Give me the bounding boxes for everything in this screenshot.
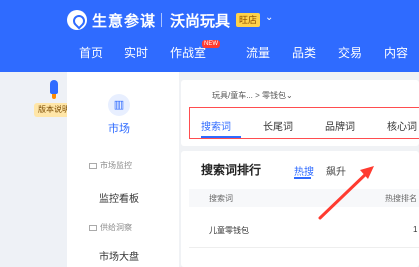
- ranking-title: 搜索词排行: [201, 163, 262, 177]
- nav-item-category[interactable]: 品类: [292, 44, 316, 61]
- shop-name[interactable]: 沃尚玩具: [170, 10, 230, 31]
- sidebar-item-monitor-board[interactable]: 监控看板: [99, 190, 139, 205]
- rocket-icon[interactable]: [48, 80, 60, 100]
- cell-rank: 1: [413, 225, 418, 234]
- nav-item-content[interactable]: 内容: [384, 44, 408, 61]
- supply-icon: [89, 224, 97, 231]
- nav-item-trade[interactable]: 交易: [338, 44, 362, 61]
- chevron-down-icon[interactable]: ⌄: [265, 12, 273, 23]
- logo-icon: [67, 10, 87, 30]
- tab-brand-words[interactable]: 品牌词: [325, 118, 355, 133]
- keyword-tabs: 搜索词 长尾词 品牌词 核心词: [189, 107, 419, 139]
- rocket-flame: [52, 94, 56, 99]
- sidebar: ▥ 市场 市场监控 监控看板 供给洞察 市场大盘: [67, 72, 179, 267]
- table-row[interactable]: 儿童零钱包 1: [189, 214, 419, 248]
- shop-level-badge: 旺店: [236, 13, 261, 27]
- brand-title[interactable]: 生意参谋: [92, 10, 156, 31]
- sidebar-group-label: 市场监控: [100, 161, 132, 170]
- sidebar-group-label: 供给洞察: [100, 223, 132, 232]
- sidebar-group-supply: 供给洞察: [89, 222, 132, 233]
- active-subtab-indicator: [294, 177, 311, 179]
- breadcrumb[interactable]: 玩具/童车... > 零钱包⌄: [212, 90, 293, 101]
- nav-item-traffic[interactable]: 流量: [246, 44, 270, 61]
- left-rail: [0, 72, 67, 267]
- cell-keyword: 儿童零钱包: [209, 226, 249, 235]
- column-header-keyword[interactable]: 搜索词: [209, 193, 233, 204]
- market-icon: ▥: [108, 94, 130, 116]
- nav-item-war-room[interactable]: 作战室: [170, 44, 206, 61]
- main-content: 玩具/童车... > 零钱包⌄ 搜索词 长尾词 品牌词 核心词 搜索词排行 热搜…: [181, 80, 419, 267]
- divider: [161, 13, 162, 27]
- sidebar-title[interactable]: 市场: [108, 120, 130, 136]
- sidebar-item-market-overview[interactable]: 市场大盘: [99, 248, 139, 263]
- keyword-card: 玩具/童车... > 零钱包⌄ 搜索词 长尾词 品牌词 核心词: [181, 80, 419, 146]
- nav-item-home[interactable]: 首页: [79, 44, 103, 61]
- rocket-body: [50, 80, 58, 94]
- main-nav: 首页 实时 作战室 流量 品类 交易 内容: [0, 44, 419, 64]
- table-header: 搜索词 热搜排名: [189, 189, 419, 207]
- column-header-rank[interactable]: 热搜排名: [385, 193, 417, 204]
- active-tab-indicator: [201, 136, 241, 138]
- top-navigation-bar: 生意参谋 沃尚玩具 旺店 ⌄ NEW 首页 实时 作战室 流量 品类 交易 内容: [0, 0, 419, 72]
- nav-item-realtime[interactable]: 实时: [124, 44, 148, 61]
- subtab-rising[interactable]: 飙升: [326, 163, 346, 178]
- monitor-icon: [89, 162, 97, 169]
- sidebar-group-monitor: 市场监控: [89, 160, 132, 171]
- tab-core-words[interactable]: 核心词: [387, 118, 417, 133]
- tab-long-tail-words[interactable]: 长尾词: [263, 118, 293, 133]
- ranking-card: 搜索词排行 热搜 飙升 搜索词 热搜排名 儿童零钱包 1: [181, 151, 419, 267]
- subtab-hot[interactable]: 热搜: [294, 163, 314, 178]
- tab-search-words[interactable]: 搜索词: [201, 118, 231, 133]
